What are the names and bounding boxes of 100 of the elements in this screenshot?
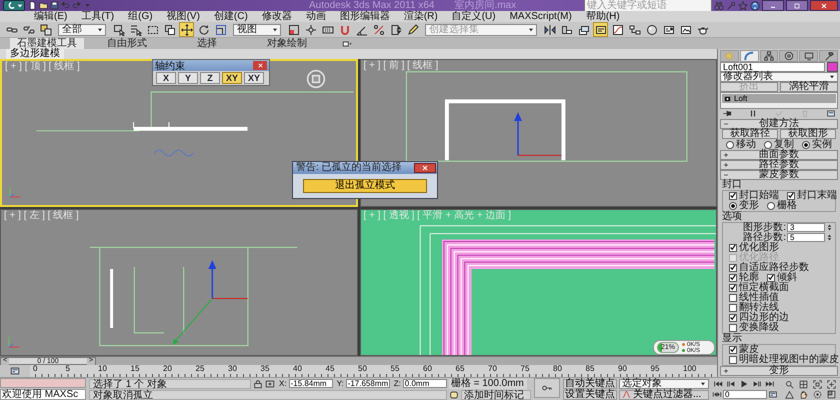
maxscript-listener-field[interactable] [0, 378, 86, 388]
time-config-icon[interactable] [768, 390, 778, 399]
menu-item[interactable]: 帮助(H) [582, 11, 624, 22]
command-button[interactable]: 获取图形 [780, 129, 836, 140]
frame-field[interactable]: 0 [723, 390, 767, 399]
spinner-arrows-icon[interactable] [826, 223, 833, 232]
toolbar-button[interactable] [593, 22, 608, 37]
pin-icon[interactable] [722, 109, 732, 118]
app-logo-icon[interactable] [2, 0, 26, 11]
listener-output-field[interactable]: 欢迎使用 MAXSc [0, 388, 86, 400]
maximize-button[interactable] [786, 0, 808, 11]
hand-icon[interactable] [798, 390, 809, 398]
toolbar-button[interactable] [213, 22, 228, 37]
ribbon-tab[interactable]: 对象绘制 [250, 38, 324, 49]
checkbox[interactable] [729, 314, 737, 322]
radio-button[interactable] [767, 202, 775, 210]
checkbox[interactable] [729, 192, 737, 200]
set-key-mode-button[interactable]: 设置关键点 [563, 390, 617, 400]
exit-isolation-button[interactable]: 退出孤立模式 [303, 179, 427, 193]
key-mode-icon[interactable] [712, 390, 722, 399]
double-bar-icon[interactable] [748, 109, 758, 118]
light-bulb-icon[interactable] [724, 96, 731, 102]
toolbar-button[interactable] [371, 22, 386, 37]
axis-button[interactable]: XY [244, 72, 264, 84]
modifier-stack-list[interactable]: Loft [720, 92, 838, 109]
rollout-header[interactable]: 曲面参数 [720, 150, 838, 160]
minimize-button[interactable] [762, 0, 784, 11]
checkbox[interactable] [729, 284, 737, 292]
checkbox[interactable] [729, 264, 737, 272]
set-key-button[interactable] [534, 378, 560, 398]
radio-button[interactable] [802, 140, 810, 149]
spinner-field[interactable]: 5 [787, 233, 825, 242]
menu-item[interactable]: 渲染(R) [400, 11, 442, 22]
toolbar-button[interactable] [111, 22, 126, 37]
rollout-header[interactable]: 创建方法 [720, 118, 838, 129]
previous-frame-icon[interactable] [725, 378, 737, 388]
ribbon-tab[interactable]: 石墨建模工具 [10, 38, 84, 49]
stack-item[interactable]: Loft [722, 94, 836, 104]
rollout-header[interactable]: 变形 [720, 366, 838, 376]
key-target-dropdown[interactable]: 选定对象 [619, 378, 709, 388]
rollout-header[interactable]: 路径参数 [720, 160, 838, 170]
tag-icon[interactable] [449, 390, 459, 400]
toolbar-button[interactable] [162, 22, 177, 37]
coordinate-field[interactable]: -17.658mm [346, 379, 390, 388]
object-color-swatch[interactable] [827, 62, 838, 72]
panel-tab[interactable] [819, 50, 838, 62]
axis-button[interactable]: X [156, 72, 176, 84]
brackets-grid-icon[interactable] [826, 380, 837, 388]
triangle-icon[interactable] [784, 390, 795, 398]
ribbon-tab[interactable]: 选择 [170, 38, 244, 49]
menu-item[interactable]: 图形编辑器 [336, 11, 394, 22]
checkbox[interactable] [767, 274, 775, 282]
toolbar-button[interactable] [644, 22, 659, 37]
checkbox[interactable] [729, 346, 737, 354]
orbit-icon[interactable] [812, 390, 823, 398]
star-icon[interactable] [738, 0, 748, 10]
checkbox[interactable] [729, 324, 737, 332]
split-square-icon[interactable] [826, 390, 837, 398]
menu-item[interactable]: 创建(C) [210, 11, 252, 22]
checkbox[interactable] [787, 192, 795, 200]
help-icon[interactable] [750, 0, 760, 10]
cross-square-icon[interactable] [265, 378, 275, 388]
menu-item[interactable]: 自定义(U) [448, 11, 500, 22]
magnifier-icon[interactable] [784, 380, 795, 388]
rollout-header[interactable]: 蒙皮参数 [720, 170, 838, 180]
command-button[interactable]: 获取路径 [722, 129, 778, 140]
toolbar-button[interactable] [405, 22, 420, 37]
corner-brackets-icon[interactable] [812, 380, 823, 388]
key-filters-button[interactable]: 关键点过滤器... [619, 390, 709, 400]
go-to-end-icon[interactable] [764, 378, 776, 388]
close-button[interactable] [414, 163, 436, 173]
menu-item[interactable]: 动画 [302, 11, 330, 22]
axis-button[interactable]: XY [222, 72, 242, 84]
close-button[interactable] [810, 0, 838, 11]
spinner-field[interactable]: 3 [787, 223, 825, 232]
panel-tab[interactable] [799, 50, 818, 62]
checkbox[interactable] [729, 294, 737, 302]
dropdown[interactable]: 视图 [233, 24, 281, 36]
menu-item[interactable]: 组(G) [124, 11, 157, 22]
ribbon-tab[interactable]: 自由形式 [90, 38, 164, 49]
panel-config-icon[interactable] [826, 109, 836, 118]
checkbox[interactable] [729, 274, 737, 282]
checkbox[interactable] [729, 304, 737, 312]
radio-button[interactable] [729, 202, 737, 210]
panel-tab[interactable] [760, 50, 778, 62]
coordinate-field[interactable]: 0.0mm [402, 379, 447, 388]
menu-item[interactable]: 视图(V) [162, 11, 204, 22]
next-frame-icon[interactable] [751, 378, 763, 388]
modifier-button[interactable]: 涡轮平滑 [780, 82, 838, 92]
checkbox[interactable] [729, 244, 737, 252]
checkbox[interactable] [729, 356, 737, 364]
time-config-icon[interactable] [8, 366, 22, 376]
menu-item[interactable]: MAXScript(M) [506, 11, 576, 22]
compass-icon[interactable] [306, 69, 326, 89]
radio-button[interactable] [726, 140, 734, 149]
quad-grid-icon[interactable] [798, 380, 809, 388]
toolbar-button[interactable] [179, 22, 194, 37]
menu-item[interactable]: 修改器 [258, 11, 296, 22]
faded-check-icon[interactable] [774, 109, 784, 118]
ribbon-toggle-button[interactable] [340, 39, 354, 49]
